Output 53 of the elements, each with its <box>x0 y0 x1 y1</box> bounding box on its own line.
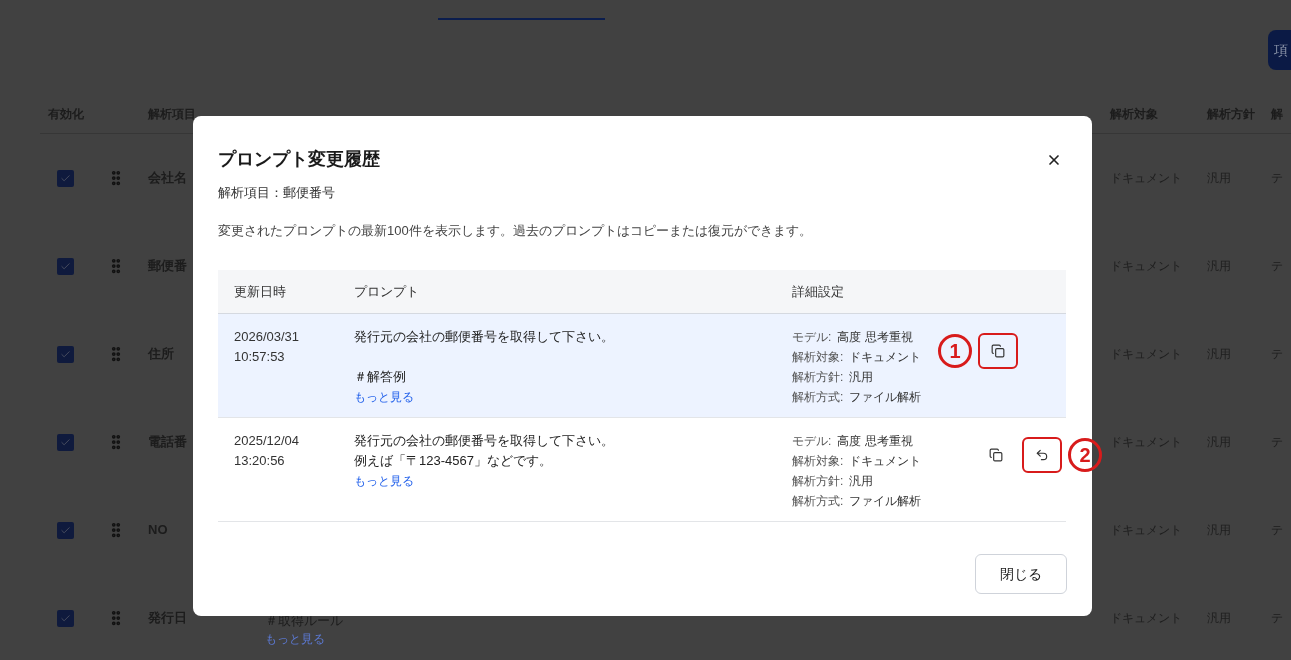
checkbox[interactable] <box>57 521 74 539</box>
column-header: 更新日時 <box>233 282 287 301</box>
detail-label: 解析方針: <box>792 369 844 386</box>
time-text: 13:20:56 <box>234 452 286 470</box>
copy-icon <box>989 448 1003 462</box>
check-icon <box>60 260 71 272</box>
undo-icon <box>1035 448 1049 462</box>
detail-label: 解析方式: <box>792 493 844 510</box>
callout-number: 1 <box>938 334 972 368</box>
detail-value: ファイル解析 <box>849 493 922 510</box>
check-icon <box>60 612 71 624</box>
detail-value: 汎用 <box>849 473 874 490</box>
detail-label: モデル: <box>792 433 832 450</box>
prompt-text: 例えば「〒123-4567」などです。 <box>354 452 553 470</box>
detail-label: 解析対象: <box>792 453 844 470</box>
checkbox[interactable] <box>57 609 74 627</box>
dialog-title: プロンプト変更履歴 <box>218 148 380 171</box>
detail-value: 高度 思考重視 <box>837 433 913 450</box>
date-text: 2025/12/04 <box>234 432 301 450</box>
add-item-button[interactable]: 項 <box>1268 30 1291 70</box>
detail-value: ファイル解析 <box>849 389 922 406</box>
check-icon <box>60 348 71 360</box>
prompt-text: ＃解答例 <box>354 368 407 386</box>
time-text: 10:57:53 <box>234 348 286 366</box>
column-header: プロンプト <box>354 282 420 301</box>
check-icon <box>60 436 71 448</box>
check-icon <box>60 524 71 536</box>
close-button[interactable]: 閉じる <box>975 554 1067 594</box>
detail-value: ドキュメント <box>849 453 922 470</box>
checkbox[interactable] <box>57 433 74 451</box>
more-link[interactable]: もっと見る <box>354 387 414 407</box>
detail-label: 解析対象: <box>792 349 844 366</box>
detail-label: モデル: <box>792 329 832 346</box>
checkbox[interactable] <box>57 169 74 187</box>
column-header: 詳細設定 <box>792 282 844 301</box>
restore-button[interactable] <box>1022 437 1062 473</box>
detail-value: 汎用 <box>849 369 874 386</box>
check-icon <box>60 172 71 184</box>
more-link[interactable]: もっと見る <box>354 471 414 491</box>
detail-value: ドキュメント <box>849 349 922 366</box>
prompt-text: 発行元の会社の郵便番号を取得して下さい。 <box>354 328 615 346</box>
checkbox[interactable] <box>57 257 74 275</box>
callout-number: 2 <box>1068 438 1102 472</box>
checkbox[interactable] <box>57 345 74 363</box>
copy-button[interactable] <box>978 333 1018 369</box>
copy-icon <box>991 344 1005 358</box>
dialog-subtitle: 解析項目：郵便番号 <box>218 184 336 202</box>
dialog-description: 変更されたプロンプトの最新100件を表示します。過去のプロンプトはコピーまたは復元ができます。 <box>218 221 813 240</box>
detail-value: 高度 思考重視 <box>837 329 913 346</box>
detail-label: 解析方針: <box>792 473 844 490</box>
date-text: 2026/03/31 <box>234 328 301 346</box>
prompt-text: 発行元の会社の郵便番号を取得して下さい。 <box>354 432 615 450</box>
detail-label: 解析方式: <box>792 389 844 406</box>
